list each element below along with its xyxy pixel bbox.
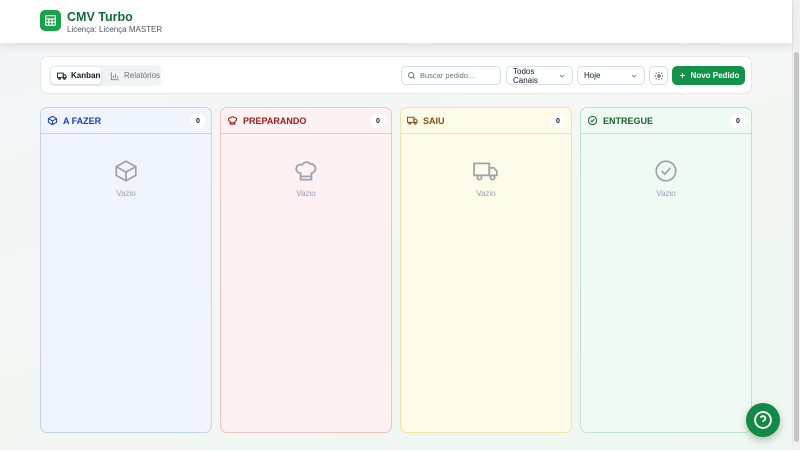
period-select-value: Hoje [584,71,601,80]
channel-select-value: Todos Canais [513,66,538,85]
tab-relatorios[interactable]: Relatórios [104,67,160,84]
app-header: CMV Turbo Licença: Licença MASTER [0,0,792,43]
gear-icon [654,71,664,81]
empty-state-text: Vazio [656,189,676,198]
column-count-badge: 0 [370,114,386,128]
app-title: CMV Turbo [67,10,133,24]
truck-icon [57,71,67,81]
tab-kanban-label: Kanban [71,71,101,80]
check-circle-icon [587,115,598,126]
new-order-button[interactable]: Novo Pedido [672,66,745,85]
chef-hat-icon [227,115,238,126]
column-count-badge: 0 [550,114,566,128]
column-title: PREPARANDO [243,115,307,126]
column-header: A FAZER 0 [41,108,211,134]
tab-relatorios-label: Relatórios [124,71,161,80]
chef-hat-icon [293,158,319,184]
column-header: PREPARANDO 0 [221,108,391,134]
column-title: A FAZER [63,115,102,126]
license-label: Licença: Licença MASTER [67,25,163,34]
period-select[interactable]: Hoje [577,66,645,85]
plus-icon [678,71,687,80]
column-count-badge: 0 [190,114,206,128]
new-order-label: Novo Pedido [690,71,740,80]
bar-chart-icon [110,71,120,81]
chevron-down-icon [558,72,566,80]
kanban-column-delivered[interactable]: ENTREGUE 0 Vazio [580,107,752,433]
truck-icon [473,158,499,184]
check-circle-icon [653,158,679,184]
chevron-down-icon [630,72,638,80]
column-header: SAIU 0 [401,108,571,134]
empty-state-text: Vazio [476,189,496,198]
help-circle-icon [753,410,773,430]
box-icon [113,158,139,184]
tab-kanban[interactable]: Kanban [51,67,101,84]
empty-state-text: Vazio [296,189,316,198]
search-input[interactable] [420,71,500,80]
empty-state-text: Vazio [116,189,136,198]
kanban-column-out[interactable]: SAIU 0 Vazio [400,107,572,433]
box-icon [47,115,58,126]
page-scrollbar[interactable] [792,0,800,450]
settings-button[interactable] [649,66,668,85]
search-box[interactable] [401,66,501,85]
scrollbar-thumb[interactable] [794,52,799,442]
table-grid-icon [40,10,61,31]
kanban-column-todo[interactable]: A FAZER 0 Vazio [40,107,212,433]
kanban-column-preparing[interactable]: PREPARANDO 0 Vazio [220,107,392,433]
column-title: SAIU [423,115,445,126]
toolbar: Kanban Relatórios Todos Canais [40,56,752,94]
search-icon [407,71,416,80]
view-switch: Kanban Relatórios [49,65,161,86]
help-button[interactable] [746,403,780,437]
column-title: ENTREGUE [603,115,654,126]
channel-select[interactable]: Todos Canais [506,66,573,85]
truck-icon [407,115,418,126]
column-header: ENTREGUE 0 [581,108,751,134]
column-count-badge: 0 [730,114,746,128]
